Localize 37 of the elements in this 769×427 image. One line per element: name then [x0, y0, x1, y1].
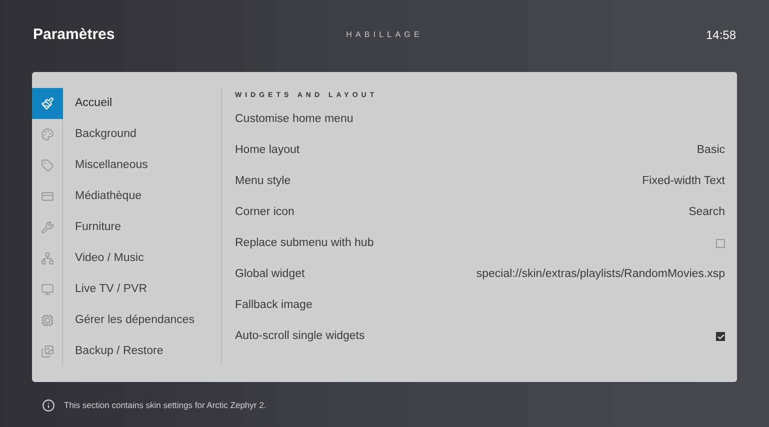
setting-label[interactable]: Home layout [235, 142, 300, 160]
sidebar-item[interactable]: Miscellaneous [32, 150, 221, 181]
info-icon [42, 399, 55, 412]
sidebar-item[interactable]: Backup / Restore [32, 336, 221, 367]
sidebar-item[interactable]: Video / Music [32, 243, 221, 274]
checkbox[interactable] [716, 239, 725, 248]
palette-icon [40, 128, 54, 141]
sidebar-item[interactable]: Live TV / PVR [32, 274, 221, 305]
paintbrush-icon [40, 97, 54, 110]
setting-value: special://skin/extras/playlists/RandomMovies.xsp [476, 266, 725, 282]
clock: 14:58 [704, 27, 736, 44]
checkbox[interactable] [716, 332, 725, 341]
sidebar-item[interactable]: Gérer les dépendances [32, 305, 221, 336]
sidebar-item[interactable]: Médiathèque [32, 181, 221, 212]
setting-label[interactable]: Auto-scroll single widgets [235, 328, 365, 346]
setting-label[interactable]: Corner icon [235, 204, 294, 222]
network-icon [40, 252, 54, 265]
tag-icon [40, 159, 54, 172]
sidebar-item[interactable]: Accueil [32, 88, 221, 119]
info-text: This section contains skin settings for Arctic Zephyr 2. [64, 399, 266, 412]
setting-label[interactable]: Menu style [235, 172, 291, 190]
setting-value: Basic [696, 142, 725, 158]
images-icon [40, 345, 54, 358]
setting-value: Search [688, 204, 725, 220]
chip-icon [40, 314, 54, 327]
setting-label[interactable]: Replace submenu with hub [235, 234, 374, 252]
setting-label[interactable]: Customise home menu [235, 110, 354, 128]
wrench-icon [40, 221, 54, 234]
card-icon [40, 190, 54, 203]
setting-label[interactable]: Global widget [235, 266, 305, 284]
monitor-icon [40, 283, 54, 296]
setting-label[interactable]: Fallback image [235, 296, 312, 314]
section-title: HABILLAGE [346, 29, 423, 41]
page-title: Paramètres [33, 24, 116, 45]
setting-value: Fixed-width Text [642, 174, 725, 189]
sidebar-item[interactable]: Furniture [32, 212, 221, 243]
sidebar-item[interactable]: Background [32, 119, 221, 150]
